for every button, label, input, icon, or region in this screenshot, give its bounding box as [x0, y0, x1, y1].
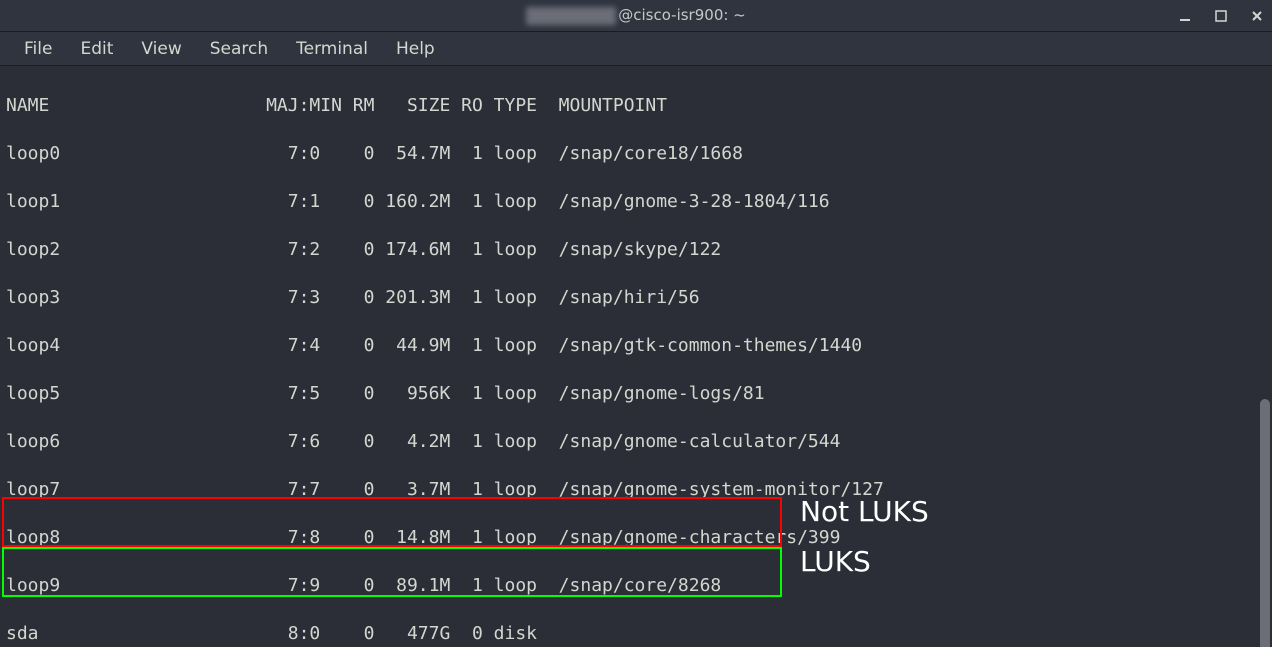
- blurred-username: [526, 7, 616, 25]
- lsblk-row: loop8 7:8 0 14.8M 1 loop /snap/gnome-cha…: [6, 526, 1266, 550]
- terminal-output[interactable]: NAME MAJ:MIN RM SIZE RO TYPE MOUNTPOINT …: [0, 66, 1272, 647]
- lsblk-row: loop4 7:4 0 44.9M 1 loop /snap/gtk-commo…: [6, 334, 1266, 358]
- lsblk-row: loop0 7:0 0 54.7M 1 loop /snap/core18/16…: [6, 142, 1266, 166]
- menubar: File Edit View Search Terminal Help: [0, 32, 1272, 66]
- lsblk-row: loop6 7:6 0 4.2M 1 loop /snap/gnome-calc…: [6, 430, 1266, 454]
- menu-view[interactable]: View: [127, 35, 195, 63]
- terminal-window: @cisco-isr900: ~ File Edit View Search T…: [0, 0, 1272, 647]
- lsblk-row: loop2 7:2 0 174.6M 1 loop /snap/skype/12…: [6, 238, 1266, 262]
- annotation-luks: LUKS: [800, 550, 871, 574]
- lsblk-row: sda 8:0 0 477G 0 disk: [6, 622, 1266, 646]
- titlebar[interactable]: @cisco-isr900: ~: [0, 0, 1272, 32]
- scrollbar-thumb[interactable]: [1260, 399, 1270, 647]
- lsblk-row: loop3 7:3 0 201.3M 1 loop /snap/hiri/56: [6, 286, 1266, 310]
- menu-search[interactable]: Search: [196, 35, 282, 63]
- lsblk-row: loop9 7:9 0 89.1M 1 loop /snap/core/8268: [6, 574, 1266, 598]
- menu-help[interactable]: Help: [382, 35, 449, 63]
- title-text: @cisco-isr900: ~: [526, 6, 746, 25]
- lsblk-row: loop7 7:7 0 3.7M 1 loop /snap/gnome-syst…: [6, 478, 1266, 502]
- close-button[interactable]: [1248, 7, 1266, 25]
- lsblk-header: NAME MAJ:MIN RM SIZE RO TYPE MOUNTPOINT: [6, 94, 1266, 118]
- window-controls: [1176, 0, 1266, 31]
- annotation-not-luks: Not LUKS: [800, 500, 929, 524]
- menu-file[interactable]: File: [10, 35, 66, 63]
- maximize-button[interactable]: [1212, 7, 1230, 25]
- lsblk-row: loop5 7:5 0 956K 1 loop /snap/gnome-logs…: [6, 382, 1266, 406]
- menu-terminal[interactable]: Terminal: [282, 35, 382, 63]
- menu-edit[interactable]: Edit: [66, 35, 127, 63]
- minimize-button[interactable]: [1176, 7, 1194, 25]
- lsblk-row: loop1 7:1 0 160.2M 1 loop /snap/gnome-3-…: [6, 190, 1266, 214]
